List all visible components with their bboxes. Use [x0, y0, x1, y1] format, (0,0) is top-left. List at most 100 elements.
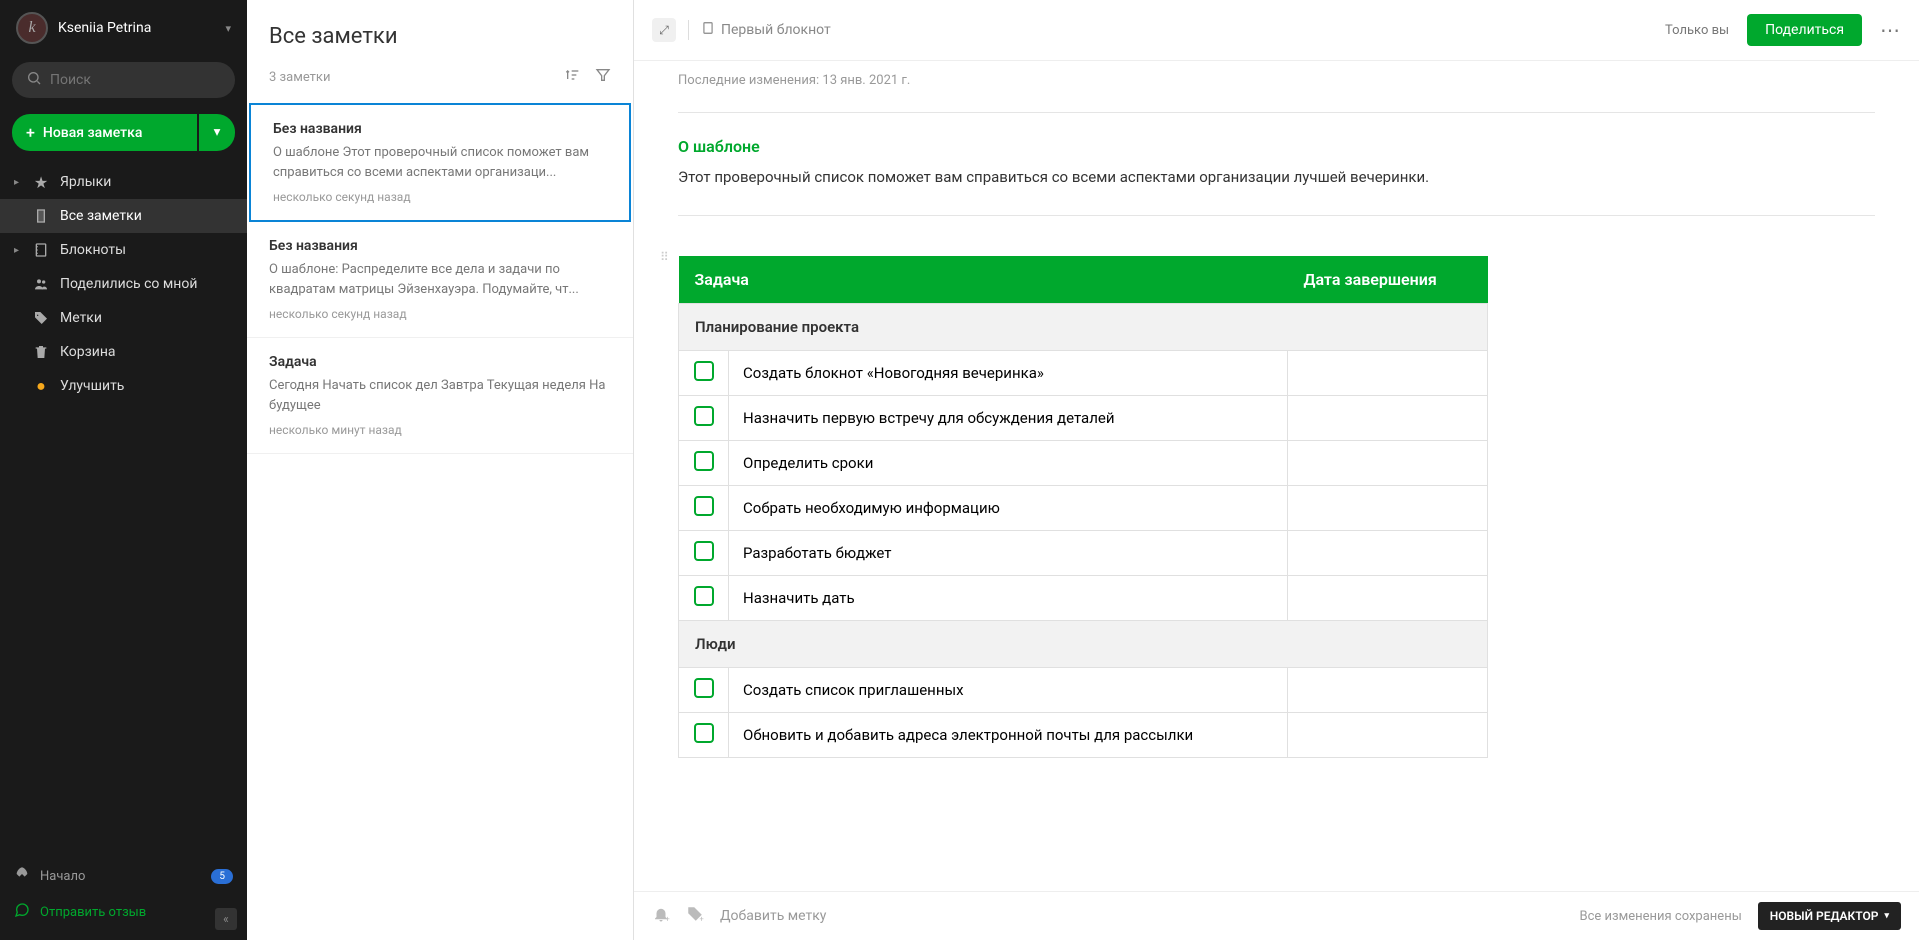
date-cell[interactable] [1288, 440, 1488, 485]
checkbox-cell [679, 350, 729, 395]
checkbox[interactable] [694, 496, 714, 516]
expand-editor-button[interactable]: ⤢ [652, 18, 676, 42]
note-item-time: несколько секунд назад [269, 307, 611, 321]
table-header-task: Задача [679, 256, 1288, 304]
last-edit-label: Последние изменения: 13 янв. 2021 г. [678, 73, 1875, 88]
svg-text:+: + [700, 914, 704, 923]
task-cell[interactable]: Создать блокнот «Новогодняя вечеринка» [729, 350, 1288, 395]
nav-label: Все заметки [60, 208, 142, 224]
expand-icon: ⤢ [659, 23, 669, 38]
new-note-button[interactable]: + Новая заметка [12, 114, 197, 151]
checkbox[interactable] [694, 586, 714, 606]
checkbox-cell [679, 485, 729, 530]
date-cell[interactable] [1288, 485, 1488, 530]
share-button[interactable]: Поделиться [1747, 14, 1862, 46]
date-cell[interactable] [1288, 712, 1488, 757]
nav-shared[interactable]: Поделились со мной [0, 267, 247, 301]
chevron-down-icon: ▾ [225, 22, 231, 35]
date-cell[interactable] [1288, 530, 1488, 575]
new-note-dropdown[interactable]: ▾ [199, 114, 235, 151]
notebook-selector[interactable]: Первый блокнот [701, 21, 831, 39]
divider [678, 112, 1875, 113]
note-list-panel: Все заметки 3 заметки Без названия О шаб… [247, 0, 634, 940]
reminder-icon[interactable]: + [652, 905, 670, 928]
table-header-date: Дата завершения [1288, 256, 1488, 304]
nav-feedback[interactable]: Отправить отзыв [0, 894, 247, 930]
nav-all-notes[interactable]: Все заметки [0, 199, 247, 233]
search-box[interactable] [12, 62, 235, 98]
sort-icon[interactable] [565, 67, 581, 87]
checkbox[interactable] [694, 541, 714, 561]
chevron-down-icon: ▾ [214, 125, 221, 140]
search-input[interactable] [50, 72, 228, 88]
more-icon: ⋯ [1880, 18, 1901, 42]
new-editor-button[interactable]: НОВЫЙ РЕДАКТОР ▾ [1758, 902, 1901, 930]
task-cell[interactable]: Определить сроки [729, 440, 1288, 485]
checkbox[interactable] [694, 723, 714, 743]
collapse-sidebar-button[interactable]: « [215, 908, 237, 930]
task-cell[interactable]: Назначить первую встречу для обсуждения … [729, 395, 1288, 440]
note-item-title: Без названия [269, 238, 611, 254]
task-table: Задача Дата завершения Планирование прое… [678, 256, 1488, 758]
checkbox[interactable] [694, 451, 714, 471]
note-list-item[interactable]: Задача Сегодня Начать список дел Завтра … [247, 338, 633, 454]
nav-tags[interactable]: Метки [0, 301, 247, 335]
section-title: Люди [679, 620, 1488, 667]
sidebar: k Kseniia Petrina ▾ + Новая заметка ▾ ▸ … [0, 0, 247, 940]
nav-trash[interactable]: Корзина [0, 335, 247, 369]
table-row: Назначить дать [679, 575, 1488, 620]
task-cell[interactable]: Собрать необходимую информацию [729, 485, 1288, 530]
task-cell[interactable]: Разработать бюджет [729, 530, 1288, 575]
divider [688, 20, 689, 40]
table-row: Собрать необходимую информацию [679, 485, 1488, 530]
task-cell[interactable]: Обновить и добавить адреса электронной п… [729, 712, 1288, 757]
notebook-name: Первый блокнот [721, 22, 831, 38]
filter-icon[interactable] [595, 67, 611, 87]
user-menu[interactable]: k Kseniia Petrina ▾ [0, 0, 247, 56]
note-icon [32, 207, 50, 225]
tag-icon [32, 309, 50, 327]
note-list-item[interactable]: Без названия О шаблоне Этот проверочный … [249, 103, 631, 222]
tag-add-icon[interactable]: + [686, 905, 704, 928]
nav-label: Ярлыки [60, 174, 111, 190]
nav-shortcuts[interactable]: ▸ ★ Ярлыки [0, 165, 247, 199]
date-cell[interactable] [1288, 667, 1488, 712]
table-row: Создать блокнот «Новогодняя вечеринка» [679, 350, 1488, 395]
date-cell[interactable] [1288, 350, 1488, 395]
add-tag-input[interactable]: Добавить метку [720, 908, 1563, 924]
task-cell[interactable]: Создать список приглашенных [729, 667, 1288, 712]
checkbox-cell [679, 667, 729, 712]
checkbox-cell [679, 530, 729, 575]
table-section-row: Люди [679, 620, 1488, 667]
drag-handle-icon[interactable]: ⠿ [660, 254, 669, 261]
table-row: Разработать бюджет [679, 530, 1488, 575]
date-cell[interactable] [1288, 575, 1488, 620]
note-list-item[interactable]: Без названия О шаблоне: Распределите все… [247, 222, 633, 338]
nav-start[interactable]: Начало 5 [0, 858, 247, 894]
table-section-row: Планирование проекта [679, 303, 1488, 350]
checkbox-cell [679, 395, 729, 440]
nav-label: Блокноты [60, 242, 126, 258]
list-title: Все заметки [269, 24, 611, 49]
save-status: Все изменения сохранены [1579, 909, 1741, 924]
checkbox[interactable] [694, 361, 714, 381]
plus-icon: + [26, 123, 35, 142]
notebook-icon [701, 21, 715, 39]
collapse-icon: « [223, 912, 229, 926]
table-row: Назначить первую встречу для обсуждения … [679, 395, 1488, 440]
upgrade-icon: ● [32, 377, 50, 395]
note-item-title: Без названия [273, 121, 607, 137]
user-name: Kseniia Petrina [58, 20, 215, 36]
date-cell[interactable] [1288, 395, 1488, 440]
more-menu-button[interactable]: ⋯ [1880, 18, 1901, 42]
note-item-title: Задача [269, 354, 611, 370]
table-row: Создать список приглашенных [679, 667, 1488, 712]
checkbox[interactable] [694, 678, 714, 698]
note-item-time: несколько секунд назад [273, 190, 607, 204]
nav-upgrade[interactable]: ● Улучшить [0, 369, 247, 403]
note-item-time: несколько минут назад [269, 423, 611, 437]
nav-notebooks[interactable]: ▸ Блокноты [0, 233, 247, 267]
feedback-icon [14, 902, 30, 922]
checkbox[interactable] [694, 406, 714, 426]
task-cell[interactable]: Назначить дать [729, 575, 1288, 620]
